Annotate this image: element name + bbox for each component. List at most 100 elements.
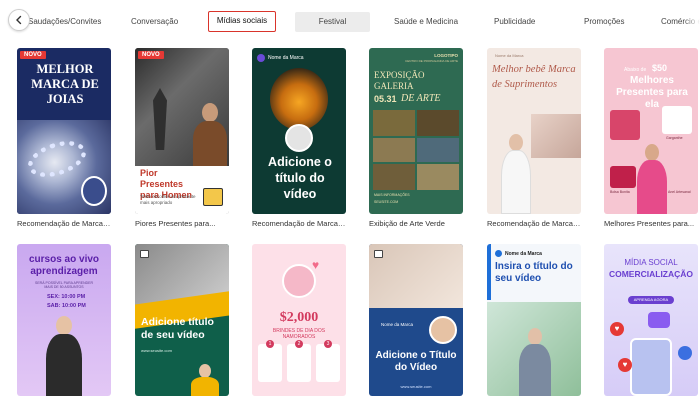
category-tab-advertising[interactable]: Publicidade [494,12,535,32]
scroll-fade [684,0,700,40]
phone-mockup [630,338,672,396]
template-card[interactable]: LOGOTIPO CENTRO DE PROPAGANDA DE ARTE EX… [369,48,463,228]
brand-row: Nome da Marca [495,250,542,257]
logo-subtext: CENTRO DE PROPAGANDA DE ARTE [405,59,458,63]
painting-grid [373,110,459,190]
product-image [531,114,581,158]
avatar [285,124,313,152]
heart-icon: ♥ [618,358,632,372]
template-title: Melhor bebê Marca de Suprimentos [492,64,576,90]
template-card[interactable]: NOVO MELHOR MARCA DE JOIAS Recomendação … [17,48,111,228]
template-caption: Recomendação de Marca d... [252,219,346,228]
presenter-avatar [519,328,551,396]
template-thumbnail[interactable]: Nome da Marca Insira o título do seu víd… [487,244,581,396]
template-title: Adicione título de seu vídeo [141,316,214,341]
schedule-line: SEX: 10:00 PM [47,294,86,300]
template-card[interactable]: Adicione título de seu vídeo www.seusite… [135,244,229,396]
price-value: $50 [652,63,668,73]
step-card [287,344,311,382]
template-card[interactable]: NOVO Pior Presentes para Homen Tente esc… [135,48,229,228]
template-card[interactable]: ♥ $2,000 BRINDES DE DIA DOS NAMORADOS 1 … [252,244,346,396]
new-badge: NOVO [138,51,164,59]
template-card[interactable]: Nome da Marca Insira o título do seu víd… [487,244,581,396]
chat-icon [648,312,670,328]
step-card [316,344,340,382]
website-url: www.seusite.com [400,384,432,389]
category-tab-greetings[interactable]: Saudações/Convites [28,12,101,32]
step-card [258,344,282,382]
template-card[interactable]: MÍDIA SOCIAL COMERCIALIZAÇÃO APRENDA AGO… [604,244,698,396]
template-title: Insira o título do seu vídeo [495,261,573,284]
template-subtitle: Tente escolher um presente mais apropria… [140,194,196,205]
template-thumbnail[interactable]: Adicione título de seu vídeo www.seusite… [135,244,229,396]
template-thumbnail[interactable]: ♥ $2,000 BRINDES DE DIA DOS NAMORADOS 1 … [252,244,346,396]
product-photo [610,166,636,188]
category-tab-health[interactable]: Saúde e Medicina [394,12,458,32]
template-thumbnail[interactable]: Nome da Marca Adicione o Título do Vídeo… [369,244,463,396]
category-tab-promotions[interactable]: Promoções [584,12,624,32]
footer-url: SEUSITE.COM [374,200,399,204]
template-thumbnail[interactable]: MÍDIA SOCIAL COMERCIALIZAÇÃO APRENDA AGO… [604,244,698,396]
back-button[interactable] [8,9,30,31]
template-thumbnail[interactable]: Nome da Marca Adicione o título do vídeo [252,48,346,214]
template-card[interactable]: cursos ao vivo aprendizagem SERÁ POSSÍVE… [17,244,111,396]
template-subtitle: SERÁ POSSÍVEL PARA APRENDER MAIS DE 50 A… [35,281,93,289]
template-title: cursos ao vivo aprendizagem [28,254,100,277]
price-value: $2,000 [279,310,319,325]
template-title: Adicione o título do vídeo [268,155,332,201]
chevron-left-icon [16,15,22,25]
schedule-line: SAB: 10:00 PM [47,303,86,309]
image-icon [374,250,383,258]
avatar [81,176,107,206]
presenter-avatar [501,134,531,214]
event-date: 05.31 [374,94,397,104]
presenter-avatar [191,364,219,396]
template-thumbnail[interactable]: cursos ao vivo aprendizagem SERÁ POSSÍVE… [17,244,111,396]
template-thumbnail[interactable]: NOVO Pior Presentes para Homen Tente esc… [135,48,229,214]
heart-icon: ♥ [610,322,624,336]
template-title: COMERCIALIZAÇÃO [608,269,694,279]
template-title: EXPOSIÇÃO GALERIA [374,70,425,91]
template-card[interactable]: Nome da Marca Adicione o Título do Vídeo… [369,244,463,396]
brand-logo-icon [257,54,265,62]
category-tab-festival[interactable]: Festival [295,12,370,32]
template-subtitle: BRINDES DE DIA DOS NAMORADOS [272,328,326,340]
template-title: Adicione o Título do Vídeo [375,350,457,373]
brand-logo-icon [495,250,502,257]
logo-text: LOGOTIPO [434,53,458,58]
brand-name: Nome da Marca [505,250,542,257]
template-thumbnail[interactable]: Nome da Marca Melhor bebê Marca de Supri… [487,48,581,214]
template-thumbnail[interactable]: NOVO MELHOR MARCA DE JOIAS [17,48,111,214]
step-number: 3 [324,340,332,348]
brand-name: Nome da Marca [381,322,414,327]
brand-name: Nome da Marca [268,55,304,61]
template-caption: Piores Presentes para... [135,219,216,228]
category-tab-conversation[interactable]: Conversação [131,12,178,32]
category-bar: Saudações/Convites Conversação Mídias so… [0,0,700,40]
template-subtitle: MÍDIA SOCIAL [624,258,678,267]
template-caption: Exibição de Arte Verde [369,219,445,228]
step-number: 2 [295,340,303,348]
template-thumbnail[interactable]: Abaixo de $50 Melhores Presentes para el… [604,48,698,214]
presenter-avatar [193,103,227,166]
template-caption: Recomendação de Marca d... [487,219,581,228]
accent-bar [487,244,491,300]
image-icon [140,250,149,258]
template-thumbnail[interactable]: LOGOTIPO CENTRO DE PROPAGANDA DE ARTE EX… [369,48,463,214]
presenter-avatar [637,144,667,214]
template-card[interactable]: Nome da Marca Melhor bebê Marca de Supri… [487,48,581,228]
template-card[interactable]: Nome da Marca Adicione o título do vídeo… [252,48,346,228]
product-label: Bolsa Bonita [610,190,630,194]
price-prefix: Abaixo de [624,67,647,73]
template-caption: Melhores Presentes para... [604,219,695,228]
like-icon [678,346,692,360]
step-number: 1 [266,340,274,348]
template-caption: Recomendação de Marca de... [17,219,111,228]
template-card[interactable]: Abaixo de $50 Melhores Presentes para el… [604,48,698,228]
gift-box-icon [203,188,223,206]
event-art-text: DE ARTE [401,93,441,104]
avatar [282,264,316,298]
template-title: MELHOR MARCA DE JOIAS [31,62,99,106]
presenter-avatar [46,316,82,396]
category-tab-social-media[interactable]: Mídias sociais [208,11,276,32]
